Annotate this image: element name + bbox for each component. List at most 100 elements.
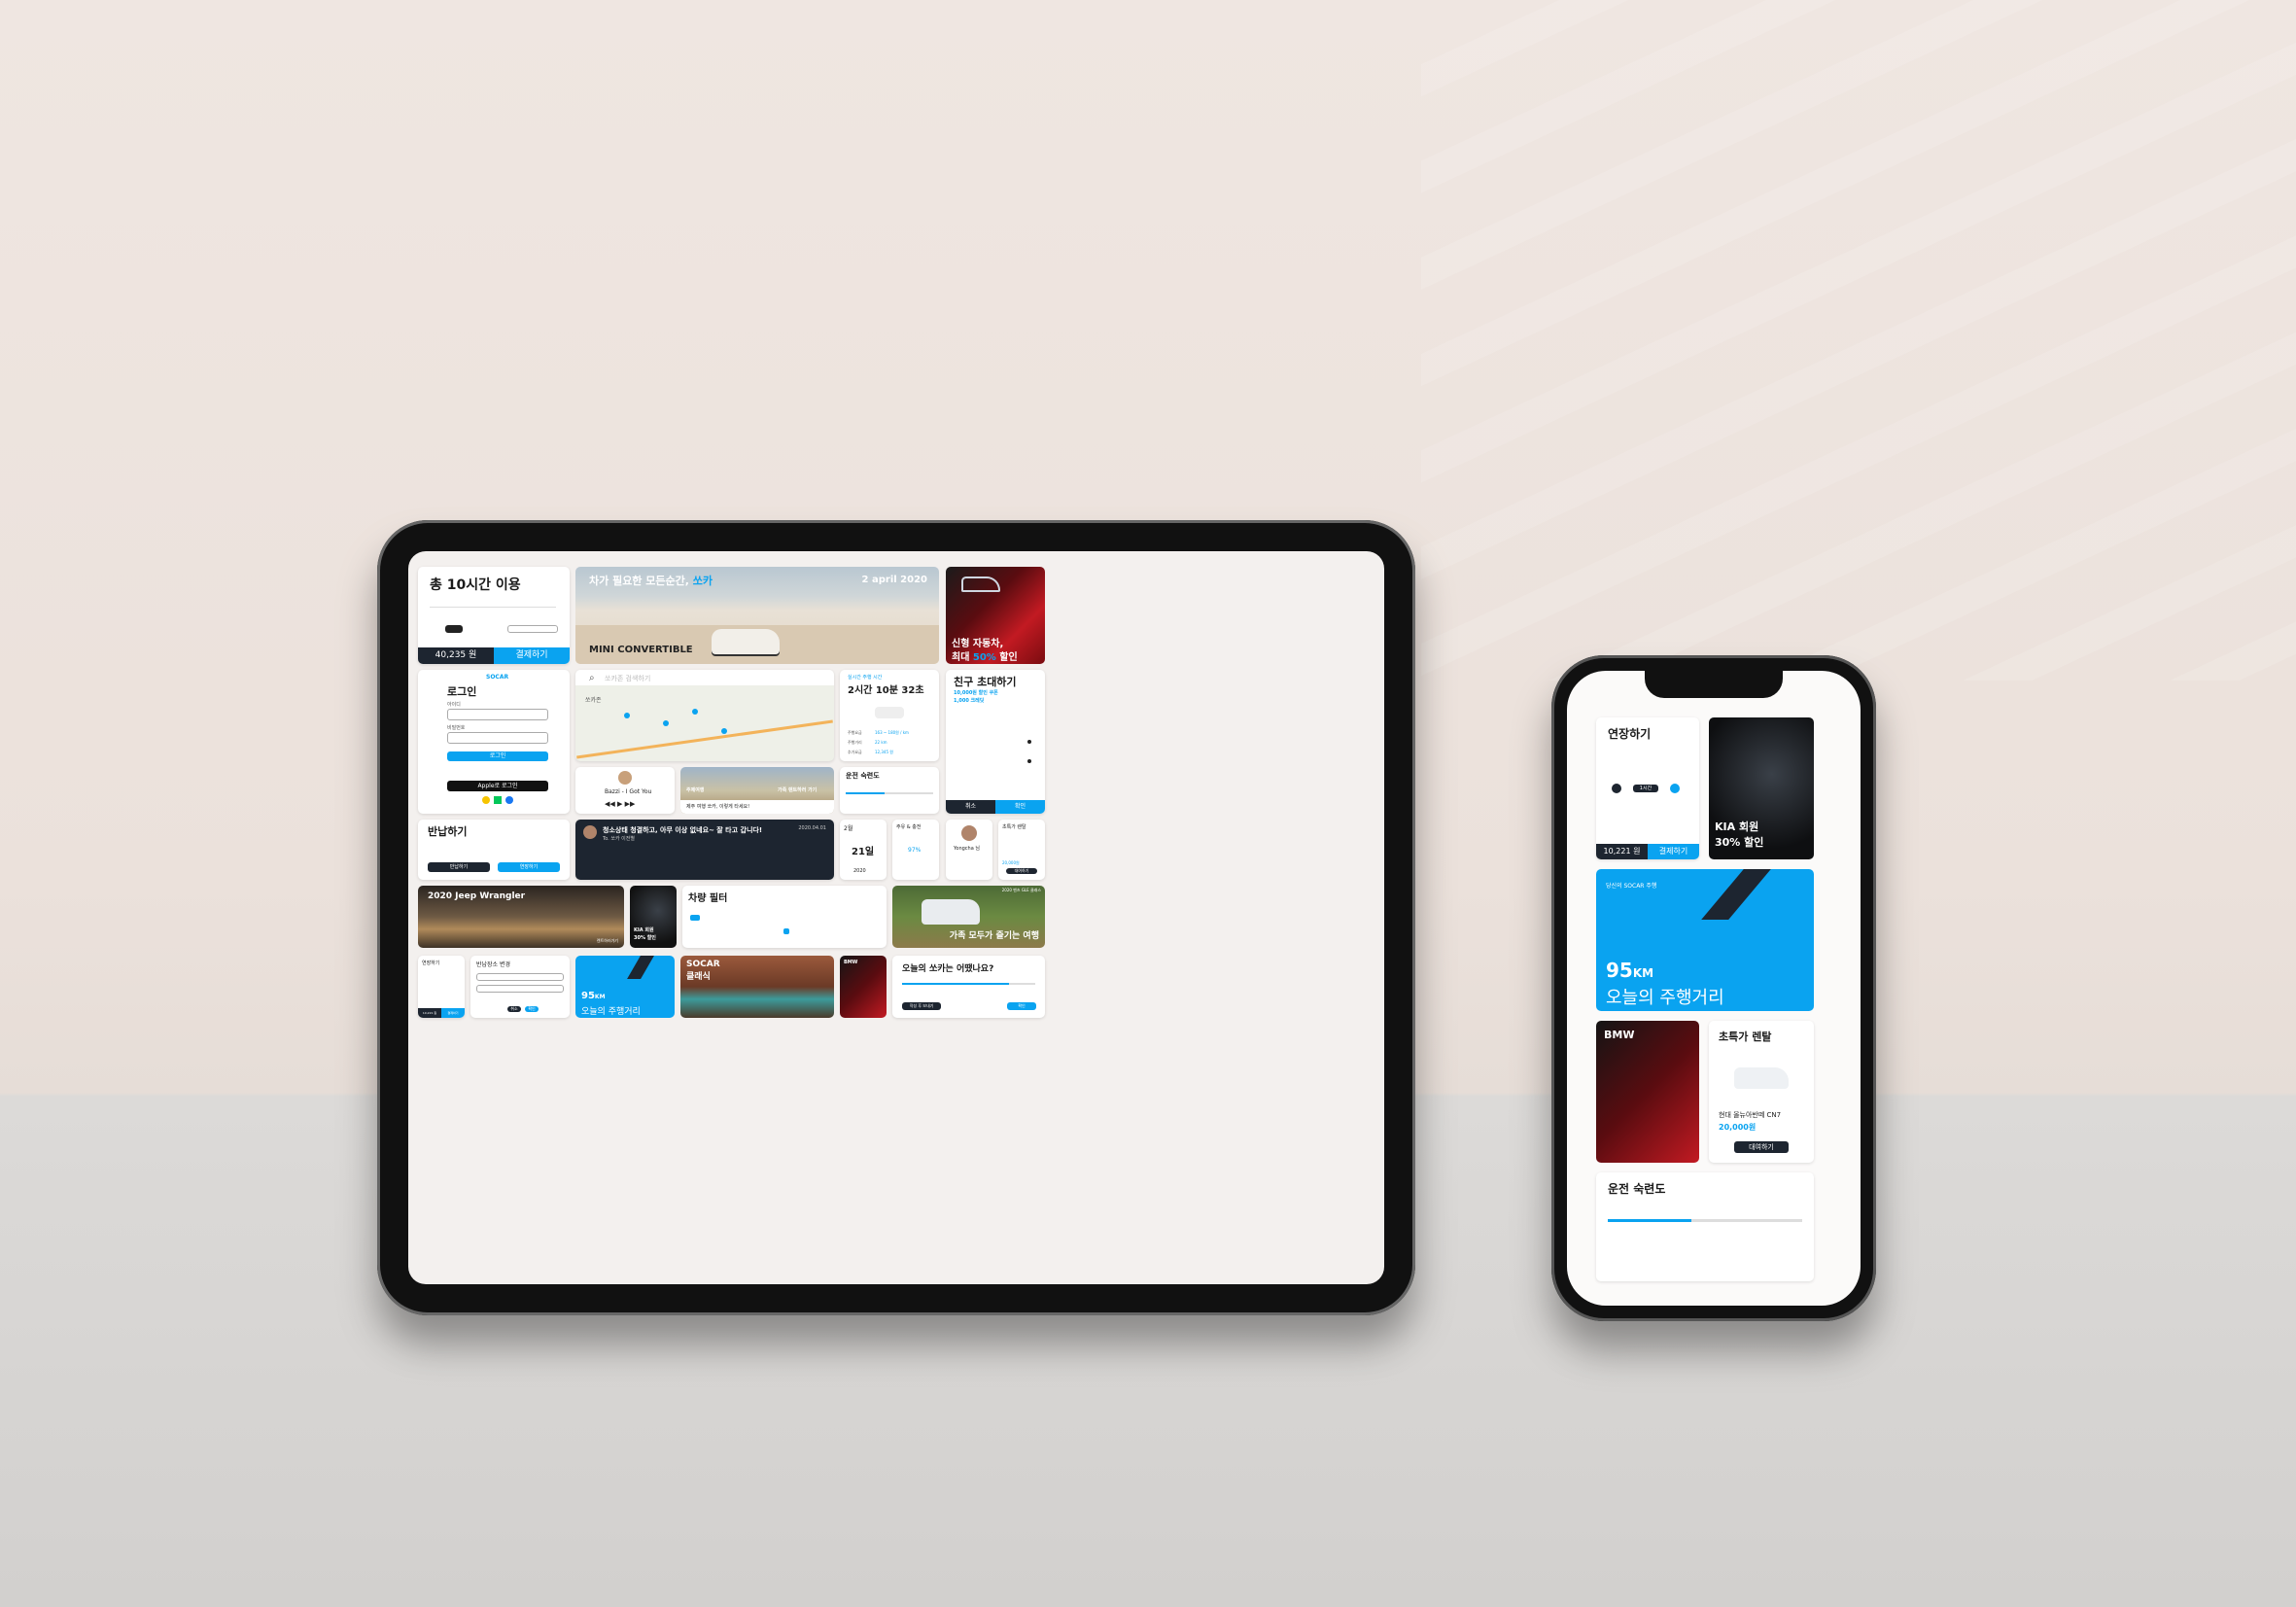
extend-button[interactable]: 연장하기 [498,862,560,872]
jeep-link[interactable]: 렌트하러가기 [597,938,618,944]
radio-button[interactable] [1027,759,1031,763]
apple-login-button[interactable]: Apple로 로그인 [447,781,548,791]
survey-ok-button[interactable]: 확인 [1007,1002,1036,1010]
hero-banner[interactable]: 차가 필요한 모든순간, 쏘카 2 april 2020 MINI CONVER… [575,567,939,664]
hero-headline: 차가 필요한 모든순간, [589,575,693,587]
radio-button[interactable] [1027,740,1031,744]
phone-special-card: 초특가 렌탈 현대 올뉴아반떼 CN7 20,000원 대여하기 [1709,1021,1814,1163]
phone-device: 연장하기 1시간 10,221 원 결제하기 KIA 회원 30% 할인 당신의… [1551,655,1876,1321]
minus-icon[interactable] [1612,784,1621,793]
map-pin[interactable] [624,713,630,718]
extend-pay-button[interactable]: 결제하기 [441,1008,465,1018]
location-select[interactable] [476,973,564,981]
location-cancel-button[interactable]: 취소 [507,1006,521,1012]
filter-card: 차량 필터 [682,886,887,948]
car-image [875,707,904,718]
phone-bmw-card[interactable]: BMW [1596,1021,1699,1163]
phone-extend-title: 연장하기 [1608,727,1652,741]
return-button[interactable]: 반납하기 [428,862,490,872]
id-field[interactable] [447,709,548,720]
naver-icon[interactable] [494,796,502,804]
map-card[interactable]: ⌕ 쏘카존 검색하기 쏘카존 [575,670,834,761]
plus-icon[interactable] [1670,784,1680,793]
kakao-icon[interactable] [482,796,490,804]
filter-chip[interactable] [690,915,700,921]
location-card: 반납장소 변경 취소 확인 [470,956,570,1018]
promo-discount: 50% [972,652,996,663]
invite-cancel-button[interactable]: 취소 [946,800,995,814]
login-title: 로그인 [447,685,477,698]
player-controls-icon[interactable]: ◀◀ ▶ ▶▶ [605,800,635,808]
special-card: 초특가 렌탈 20,000원 대여하기 [998,820,1045,880]
login-button[interactable]: 로그인 [447,751,548,761]
insurance-select[interactable] [507,625,558,633]
map-pin[interactable] [721,728,727,734]
hero-brand: 쏘카 [692,575,713,587]
phone-distance-card[interactable]: 당신의 SOCAR 주행 95KM 오늘의 주행거리 [1596,869,1814,1011]
usage-price: 40,235 원 [418,647,494,664]
realtime-value: 2시간 10분 32초 [848,685,924,696]
location-ok-button[interactable]: 확인 [525,1006,539,1012]
facebook-icon[interactable] [505,796,513,804]
special-title: 초특가 렌탈 [1002,824,1026,830]
music-card: Bazzi - I Got You ◀◀ ▶ ▶▶ [575,767,675,814]
map-pin[interactable] [663,720,669,726]
phone-distance-unit: KM [1632,966,1654,980]
phone-pay-button[interactable]: 결제하기 [1648,844,1699,859]
phone-rent-button[interactable]: 대여하기 [1734,1141,1789,1153]
rent-button[interactable]: 대여하기 [1006,868,1037,874]
map-road [576,719,833,759]
phone-kia-line2: 30% 할인 [1715,836,1764,849]
kia-card[interactable]: KIA 회원 30% 할인 [630,886,677,948]
location-select[interactable] [476,985,564,993]
phone-special-car [1734,1067,1789,1089]
message-title: 청소상태 청결하고, 아무 이상 없네요~ 잘 타고 갑니다! [603,826,763,834]
extra-label: 추가요금 [848,750,862,754]
pay-button[interactable]: 결제하기 [494,647,570,664]
trip-card[interactable]: 주제여행 가족 렌트하러 가기 제주 여행 쏘카, 이렇게 타세요! [680,767,834,814]
survey-slider[interactable] [902,983,1009,985]
invite-ok-button[interactable]: 확인 [995,800,1045,814]
phone-distance-label: 오늘의 주행거리 [1606,988,1724,1008]
classic-card[interactable]: SOCAR 클래식 [680,956,834,1018]
car-icon [445,625,463,633]
hero-car-name: MINI CONVERTIBLE [589,645,693,655]
search-input[interactable]: 쏘카존 검색하기 [605,674,650,683]
calendar-card: 2월 21일 2020 [840,820,887,880]
location-title: 반납장소 변경 [476,961,511,968]
phone-kia-card[interactable]: KIA 회원 30% 할인 [1709,717,1814,859]
survey-card: 오늘의 쏘카는 어땠나요? 작성 후 보내기 확인 [892,956,1045,1018]
distance-label: 오늘의 주행거리 [581,1007,641,1017]
family-title: 가족 모두가 즐기는 여행 [949,931,1039,941]
usage-title: 총 10시간 이용 [430,577,521,593]
return-title: 반납하기 [428,825,468,838]
kia-line2: 30% 할인 [634,935,656,941]
fare-label: 주행요금 [848,730,862,735]
survey-submit-button[interactable]: 작성 후 보내기 [902,1002,941,1010]
id-label: 아이디 [447,702,461,708]
family-card[interactable]: 2020 벤츠 GLE 클래스 가족 모두가 즐기는 여행 [892,886,1045,948]
return-card: 반납하기 반납하기 연장하기 [418,820,570,880]
bmw-card[interactable]: BMW [840,956,887,1018]
distance-label: 주행거리 [848,740,862,745]
promo-line1: 신형 자동차, [952,639,1004,649]
promo-card[interactable]: 신형 자동차, 최대 50% 할인 [946,567,1045,664]
distance-card[interactable]: 95KM 오늘의 주행거리 [575,956,675,1018]
password-field[interactable] [447,732,548,744]
realtime-label: 실시간 주행 시간 [848,675,883,681]
filter-chip[interactable] [783,928,789,934]
message-date: 2020.04.01 [798,825,826,831]
phone-skill-bar [1608,1219,1691,1222]
calendar-month: 2월 [844,825,853,832]
search-icon[interactable]: ⌕ [589,673,595,683]
phone-distance-num: 95 [1606,959,1633,982]
wall-light-shadow [1421,0,2296,681]
jeep-card[interactable]: 2020 Jeep Wrangler 렌트하러가기 [418,886,624,948]
family-tag: 2020 벤츠 GLE 클래스 [1001,888,1041,892]
map-pin[interactable] [692,709,698,715]
phone-extend-time: 1시간 [1633,785,1658,792]
trip-tag: 주제여행 [686,787,705,793]
fare-value: 163 ~ 180원 / km [875,730,909,735]
invite-title: 친구 초대하기 [954,676,1017,688]
invite-coupon: 10,000원 할인 쿠폰 [954,690,998,696]
